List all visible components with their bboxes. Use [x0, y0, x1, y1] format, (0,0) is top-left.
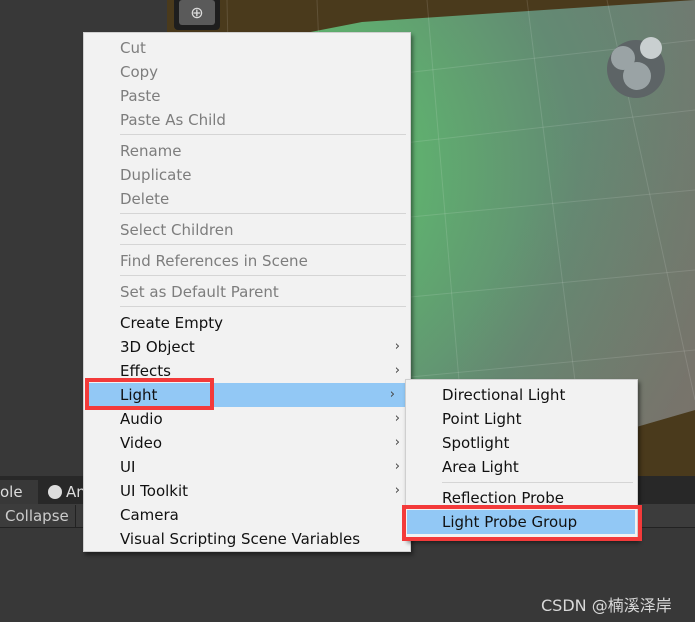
submenu-item-label: Point Light	[442, 410, 522, 428]
submenu-item-label: Area Light	[442, 458, 519, 476]
menu-item-copy[interactable]: Copy	[84, 60, 410, 84]
menu-separator	[442, 482, 633, 483]
menu-item-label: Set as Default Parent	[120, 283, 279, 301]
chevron-right-icon: ›	[394, 459, 400, 474]
chevron-right-icon: ›	[394, 435, 400, 450]
gizmo-axis[interactable]	[623, 62, 651, 90]
tab-console[interactable]: ole	[0, 480, 38, 504]
menu-item-select-children[interactable]: Select Children	[84, 218, 410, 242]
menu-item-create-empty[interactable]: Create Empty	[84, 311, 410, 335]
menu-item-label: 3D Object	[120, 338, 195, 356]
menu-item-label: Select Children	[120, 221, 234, 239]
move-icon: ⊕	[179, 0, 215, 25]
clock-icon	[48, 485, 62, 499]
menu-item-visual-scripting-scene-variables[interactable]: Visual Scripting Scene Variables	[84, 527, 410, 551]
move-tool-button[interactable]: ⊕	[174, 0, 220, 30]
menu-item-label: Find References in Scene	[120, 252, 308, 270]
menu-item-cut[interactable]: Cut	[84, 36, 410, 60]
submenu-item-label: Directional Light	[442, 386, 566, 404]
menu-item-camera[interactable]: Camera	[84, 503, 410, 527]
menu-separator	[120, 275, 406, 276]
scene-orientation-gizmo[interactable]	[607, 37, 665, 98]
menu-item-find-references-in-scene[interactable]: Find References in Scene	[84, 249, 410, 273]
chevron-right-icon: ›	[389, 387, 395, 402]
menu-separator	[120, 213, 406, 214]
annotation-highlight-light	[85, 378, 214, 410]
menu-item-video[interactable]: Video ›	[84, 431, 410, 455]
chevron-right-icon: ›	[394, 411, 400, 426]
menu-item-label: Create Empty	[120, 314, 223, 332]
collapse-button[interactable]: Collapse	[0, 505, 76, 527]
chevron-right-icon: ›	[394, 363, 400, 378]
menu-item-3d-object[interactable]: 3D Object ›	[84, 335, 410, 359]
menu-item-ui-toolkit[interactable]: UI Toolkit ›	[84, 479, 410, 503]
gizmo-axis[interactable]	[640, 37, 662, 59]
menu-separator	[120, 244, 406, 245]
menu-item-label: Paste	[120, 87, 161, 105]
menu-item-label: Rename	[120, 142, 182, 160]
submenu-item-area-light[interactable]: Area Light	[406, 455, 637, 479]
menu-separator	[120, 306, 406, 307]
menu-item-paste-as-child[interactable]: Paste As Child	[84, 108, 410, 132]
menu-item-delete[interactable]: Delete	[84, 187, 410, 211]
menu-item-label: Paste As Child	[120, 111, 226, 129]
menu-item-label: Cut	[120, 39, 146, 57]
menu-item-label: Duplicate	[120, 166, 192, 184]
watermark: CSDN @楠溪泽岸	[541, 596, 672, 615]
submenu-item-point-light[interactable]: Point Light	[406, 407, 637, 431]
menu-item-paste[interactable]: Paste	[84, 84, 410, 108]
menu-separator	[120, 134, 406, 135]
menu-item-label: Delete	[120, 190, 170, 208]
menu-item-label: UI	[120, 458, 136, 476]
menu-item-set-as-default-parent[interactable]: Set as Default Parent	[84, 280, 410, 304]
menu-item-label: Copy	[120, 63, 159, 81]
menu-item-label: Visual Scripting Scene Variables	[120, 530, 361, 548]
submenu-item-spotlight[interactable]: Spotlight	[406, 431, 637, 455]
menu-item-duplicate[interactable]: Duplicate	[84, 163, 410, 187]
menu-item-ui[interactable]: UI ›	[84, 455, 410, 479]
menu-item-rename[interactable]: Rename	[84, 139, 410, 163]
annotation-highlight-light-probe-group	[402, 505, 642, 541]
context-menu: Cut Copy Paste Paste As Child Rename Duplicat…	[83, 32, 411, 552]
menu-item-label: Audio	[120, 410, 163, 428]
menu-item-label: UI Toolkit	[120, 482, 189, 500]
submenu-item-directional-light[interactable]: Directional Light	[406, 383, 637, 407]
menu-item-audio[interactable]: Audio ›	[84, 407, 410, 431]
menu-item-label: Video	[120, 434, 163, 452]
chevron-right-icon: ›	[394, 483, 400, 498]
submenu-item-label: Spotlight	[442, 434, 510, 452]
chevron-right-icon: ›	[394, 339, 400, 354]
menu-item-label: Camera	[120, 506, 179, 524]
